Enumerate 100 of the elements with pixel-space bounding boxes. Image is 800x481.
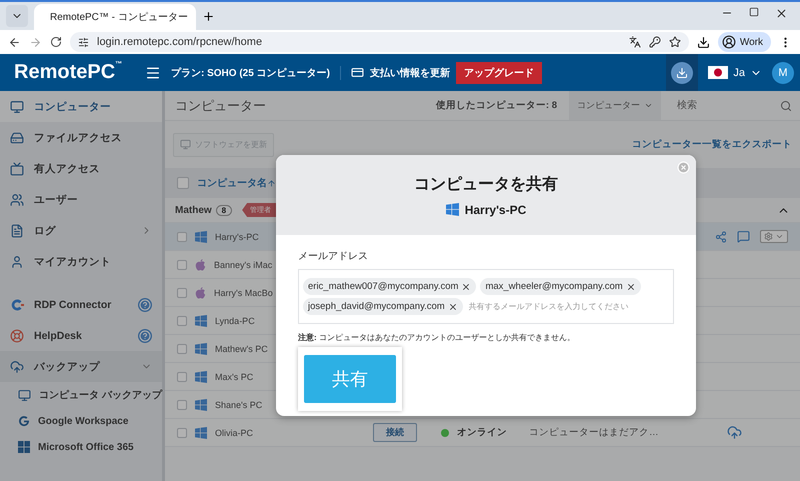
computer-name: Shane's PC (215, 400, 262, 410)
browser-tab[interactable]: RemotePC™ - コンピューター (34, 4, 196, 30)
lifebuoy-icon (10, 328, 24, 342)
sort-arrow-icon (267, 178, 276, 188)
checkbox[interactable] (177, 288, 187, 298)
tab-list-icon[interactable] (6, 5, 28, 27)
note-text: 注意: コンピュータはあなたのアカウントのユーザーとしか共有できません。 (298, 332, 576, 343)
site-settings-icon[interactable] (78, 36, 89, 48)
windows-icon (195, 342, 207, 354)
checkbox[interactable] (177, 400, 187, 410)
user-icon (10, 254, 24, 268)
address-bar[interactable]: login.remotepc.com/rpcnew/home (70, 32, 689, 52)
export-link[interactable]: コンピューター一覧をエクスポート (632, 138, 792, 151)
sidebar-item[interactable]: ユーザー (0, 184, 162, 215)
email-chip: joseph_david@mycompany.com (303, 298, 463, 315)
profile-button[interactable]: Work (718, 32, 771, 52)
checkbox[interactable] (177, 344, 187, 354)
download-icon (676, 66, 688, 78)
share-icon[interactable] (715, 230, 727, 242)
caret-icon (775, 232, 784, 241)
filter-dropdown[interactable]: コンピューター (569, 91, 661, 120)
checkbox[interactable] (177, 260, 187, 270)
caret-icon (644, 101, 653, 110)
search-field[interactable]: 検索 (675, 99, 780, 112)
close-icon[interactable] (775, 6, 788, 20)
sidebar-item[interactable]: HelpDesk (0, 320, 162, 351)
dialog-title: コンピュータを共有 (414, 174, 558, 194)
computer-name: Banney's iMac (214, 260, 272, 270)
help-icon[interactable] (138, 298, 152, 312)
remove-icon[interactable] (626, 282, 636, 292)
computer-name: Olivia-PC (215, 428, 254, 438)
computer-name: Harry's-PC (215, 232, 259, 242)
email-chip: max_wheeler@mycompany.com (480, 278, 641, 295)
apple-icon (195, 286, 206, 298)
sidebar-item[interactable]: RDP Connector (0, 289, 162, 320)
computer-name: Lynda-PC (215, 316, 255, 326)
c-logo-icon (10, 298, 24, 312)
sidebar-subitem[interactable]: Microsoft Office 365 (0, 434, 162, 460)
g-logo-icon (18, 415, 30, 427)
tab-title: RemotePC™ - コンピューター (50, 11, 188, 24)
credit-card-icon (350, 66, 364, 79)
plan-text: プラン: SOHO (25 コンピューター) (161, 66, 341, 80)
sidebar-item[interactable]: マイアカウント (0, 246, 162, 277)
windows-icon (195, 398, 207, 410)
monitor-icon (18, 388, 31, 402)
search-icon[interactable] (780, 100, 792, 112)
new-tab-icon[interactable] (202, 10, 215, 22)
sidebar-item[interactable]: 有人アクセス (0, 153, 162, 184)
reload-icon[interactable] (50, 36, 62, 48)
sidebar-item[interactable]: バックアップ (0, 351, 162, 382)
computer-name: Harry's MacBo (214, 288, 273, 298)
settings-dropdown[interactable] (760, 230, 788, 243)
windows-icon (195, 314, 207, 326)
checkbox[interactable] (177, 428, 187, 438)
flag-icon (708, 66, 728, 79)
usage-count: 使用したコンピューター: 8 (436, 99, 558, 112)
cloud-upload-icon[interactable] (726, 425, 742, 440)
sidebar-subitem[interactable]: コンピュータ バックアップ (0, 382, 162, 408)
email-field[interactable]: eric_mathew007@mycompany.com max_wheeler@mycompany.com joseph_david@mycompany.com 共有するメールアドレスを入力してください (298, 269, 674, 324)
remove-icon[interactable] (448, 302, 458, 312)
windows-icon (195, 426, 207, 438)
checkbox[interactable] (177, 316, 187, 326)
upgrade-button[interactable]: アップグレード (456, 62, 542, 84)
key-icon[interactable] (648, 36, 661, 48)
windows-icon (195, 230, 207, 242)
windows-icon (195, 370, 207, 382)
field-label: メールアドレス (298, 250, 369, 263)
maximize-icon[interactable] (749, 6, 759, 16)
connect-button[interactable]: 接続 (373, 423, 417, 442)
help-icon[interactable] (138, 328, 152, 342)
column-header[interactable]: コンピュータ名 (197, 176, 267, 190)
sidebar-item[interactable]: コンピューター (0, 91, 162, 122)
billing-link[interactable]: 支払い情報を更新 (370, 66, 450, 80)
email-chip: eric_mathew007@mycompany.com (303, 278, 476, 295)
star-icon[interactable] (668, 36, 681, 48)
language-selector[interactable]: Ja (733, 66, 745, 78)
checkbox[interactable] (177, 372, 187, 382)
sidebar-subitem[interactable]: Google Workspace (0, 408, 162, 434)
back-icon[interactable] (8, 36, 21, 48)
download-icon[interactable] (696, 36, 710, 48)
users-icon (10, 192, 24, 206)
checkbox[interactable] (177, 177, 189, 189)
remove-icon[interactable] (461, 282, 472, 292)
profile-icon (722, 35, 736, 49)
sidebar-item[interactable]: ファイルアクセス (0, 122, 162, 153)
checkbox[interactable] (177, 232, 187, 242)
monitor-icon (180, 139, 191, 150)
url-text: login.remotepc.com/rpcnew/home (97, 36, 264, 48)
sidebar-item[interactable]: ログ (0, 215, 162, 246)
menu-icon[interactable] (145, 64, 161, 80)
count-badge: 8 (216, 204, 232, 216)
computer-name: Harry's-PC (464, 202, 526, 216)
translate-icon[interactable] (628, 36, 641, 48)
download-button[interactable] (666, 54, 698, 91)
avatar[interactable]: M (772, 62, 794, 84)
computer-note: コンピューターはまだアク… (529, 426, 658, 439)
windows-icon (446, 203, 459, 216)
apple-icon (195, 258, 206, 270)
chat-icon[interactable] (737, 230, 750, 243)
status-text: オンライン (457, 426, 507, 439)
